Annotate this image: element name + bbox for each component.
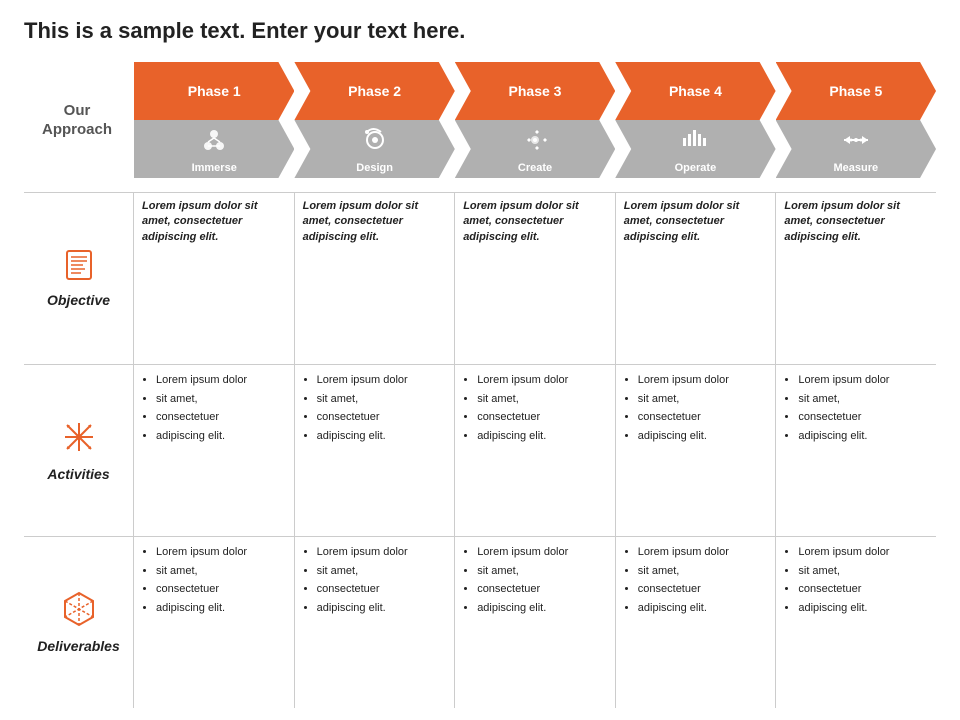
phases-arrows: Phase 1 Immerse — [134, 60, 936, 180]
deliverables-cell-5: Lorem ipsum dolor sit amet, consectetuer… — [776, 537, 936, 708]
phase-3-bottom: Create — [455, 120, 615, 178]
objective-data-cells: Lorem ipsum dolor sit amet, consectetuer… — [134, 193, 936, 364]
phase-1-top: Phase 1 — [134, 62, 294, 120]
phase-2-icon — [359, 124, 391, 162]
phase-2-sub: Design — [356, 162, 393, 174]
table-row-deliverables: Deliverables Lorem ipsum dolor sit amet,… — [24, 537, 936, 708]
objective-label-cell: Objective — [24, 193, 134, 364]
approach-label: OurApproach — [24, 101, 134, 140]
page: This is a sample text. Enter your text h… — [0, 0, 960, 720]
objective-label: Objective — [47, 292, 110, 308]
phase-2: Phase 2 Design — [294, 62, 454, 178]
objective-cell-5: Lorem ipsum dolor sit amet, consectetuer… — [776, 193, 936, 364]
objective-cell-2: Lorem ipsum dolor sit amet, consectetuer… — [295, 193, 456, 364]
deliverables-label-cell: Deliverables — [24, 537, 134, 708]
phase-1-sub: Immerse — [192, 162, 237, 174]
phase-4-sub: Operate — [675, 162, 717, 174]
phases-section: OurApproach Phase 1 — [24, 60, 936, 180]
phase-4: Phase 4 Operate — [615, 62, 775, 178]
deliverables-cell-4: Lorem ipsum dolor sit amet, consectetuer… — [616, 537, 777, 708]
phase-5: Phase 5 Measure — [776, 62, 936, 178]
activities-cell-3: Lorem ipsum dolor sit amet, consectetuer… — [455, 365, 616, 536]
activities-icon — [61, 419, 97, 462]
objective-cell-4: Lorem ipsum dolor sit amet, consectetuer… — [616, 193, 777, 364]
page-title: This is a sample text. Enter your text h… — [24, 18, 936, 44]
deliverables-label: Deliverables — [37, 638, 120, 654]
phase-2-bottom: Design — [294, 120, 454, 178]
phase-1-bottom: Immerse — [134, 120, 294, 178]
phase-4-bottom: Operate — [615, 120, 775, 178]
phase-4-top: Phase 4 — [615, 62, 775, 120]
table-row-objective: Objective Lorem ipsum dolor sit amet, co… — [24, 193, 936, 365]
deliverables-icon — [63, 591, 95, 634]
phase-5-sub: Measure — [834, 162, 879, 174]
phase-5-name: Phase 5 — [829, 83, 882, 99]
deliverables-data-cells: Lorem ipsum dolor sit amet, consectetuer… — [134, 537, 936, 708]
phase-5-icon — [840, 124, 872, 162]
phase-4-name: Phase 4 — [669, 83, 722, 99]
activities-data-cells: Lorem ipsum dolor sit amet, consectetuer… — [134, 365, 936, 536]
activities-cell-1: Lorem ipsum dolor sit amet, consectetuer… — [134, 365, 295, 536]
phase-2-name: Phase 2 — [348, 83, 401, 99]
phase-1-name: Phase 1 — [188, 83, 241, 99]
phase-1: Phase 1 Immerse — [134, 62, 294, 178]
phase-5-top: Phase 5 — [776, 62, 936, 120]
phase-3-sub: Create — [518, 162, 552, 174]
activities-label: Activities — [47, 466, 109, 482]
phase-5-bottom: Measure — [776, 120, 936, 178]
phase-3-name: Phase 3 — [509, 83, 562, 99]
phase-2-top: Phase 2 — [294, 62, 454, 120]
deliverables-cell-3: Lorem ipsum dolor sit amet, consectetuer… — [455, 537, 616, 708]
objective-cell-3: Lorem ipsum dolor sit amet, consectetuer… — [455, 193, 616, 364]
activities-cell-5: Lorem ipsum dolor sit amet, consectetuer… — [776, 365, 936, 536]
phase-3-top: Phase 3 — [455, 62, 615, 120]
activities-cell-4: Lorem ipsum dolor sit amet, consectetuer… — [616, 365, 777, 536]
phase-1-icon — [198, 124, 230, 162]
table-row-activities: Activities Lorem ipsum dolor sit amet, c… — [24, 365, 936, 537]
deliverables-cell-2: Lorem ipsum dolor sit amet, consectetuer… — [295, 537, 456, 708]
phase-3: Phase 3 Create — [455, 62, 615, 178]
activities-label-cell: Activities — [24, 365, 134, 536]
objective-cell-1: Lorem ipsum dolor sit amet, consectetuer… — [134, 193, 295, 364]
table-section: Objective Lorem ipsum dolor sit amet, co… — [24, 192, 936, 708]
objective-icon — [63, 249, 95, 288]
phase-3-icon — [519, 124, 551, 162]
phase-4-icon — [679, 124, 711, 162]
activities-cell-2: Lorem ipsum dolor sit amet, consectetuer… — [295, 365, 456, 536]
deliverables-cell-1: Lorem ipsum dolor sit amet, consectetuer… — [134, 537, 295, 708]
